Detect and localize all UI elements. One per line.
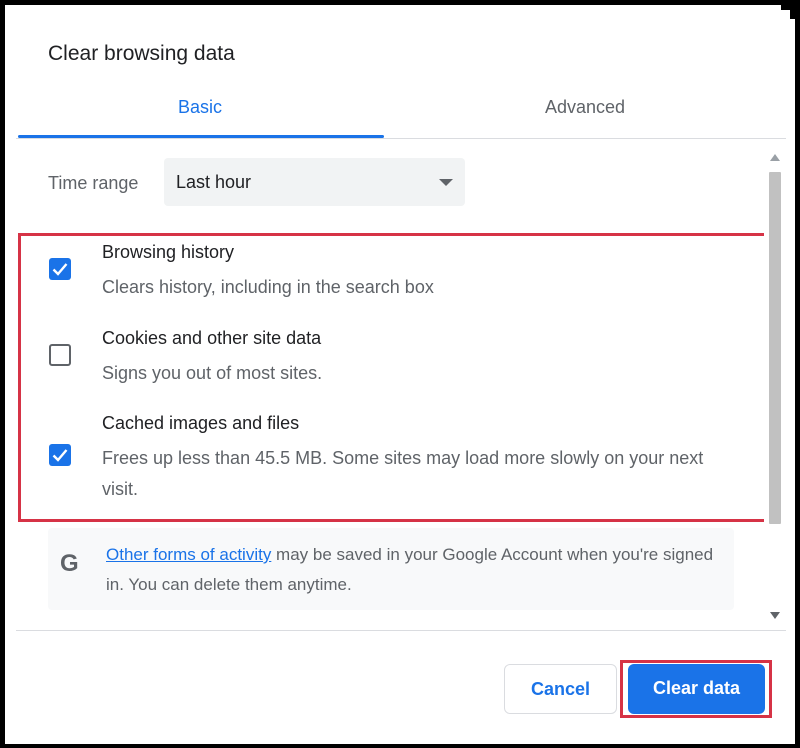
scrollbar[interactable] (764, 142, 786, 630)
google-account-info: G Other forms of activity may be saved i… (48, 528, 734, 610)
option-title: Cached images and files (102, 413, 300, 433)
frame-border-top (0, 0, 800, 5)
frame-border-left (0, 0, 5, 748)
option-title: Cookies and other site data (102, 328, 322, 348)
other-activity-link[interactable]: Other forms of activity (106, 545, 271, 564)
scrollbar-thumb[interactable] (769, 172, 781, 524)
checkmark-icon (52, 449, 68, 462)
option-description: Signs you out of most sites. (102, 363, 323, 383)
time-range-value: Last hour (176, 172, 252, 192)
footer-divider (16, 630, 786, 631)
time-range-label: Time range (48, 173, 139, 193)
dialog-title: Clear browsing data (48, 42, 235, 65)
clear-browsing-data-dialog: Clear browsing data Basic Advanced Time … (16, 10, 790, 744)
scroll-down-arrow-icon[interactable] (770, 612, 780, 619)
info-text: Other forms of activity may be saved in … (106, 540, 726, 600)
time-range-select[interactable]: Last hour (164, 158, 465, 206)
clear-data-button[interactable]: Clear data (628, 664, 765, 714)
frame-border-bottom (0, 744, 800, 748)
browsing-history-checkbox[interactable] (49, 258, 71, 280)
tabs-divider (16, 138, 786, 139)
tab-advanced[interactable]: Advanced (384, 96, 786, 142)
option-title: Browsing history (102, 242, 235, 262)
checkmark-icon (52, 263, 68, 276)
scroll-up-arrow-icon[interactable] (770, 154, 780, 161)
frame-border-right (795, 0, 800, 748)
cached-images-checkbox[interactable] (49, 444, 71, 466)
dropdown-caret-icon (439, 179, 453, 186)
cookies-checkbox[interactable] (49, 344, 71, 366)
cancel-button[interactable]: Cancel (504, 664, 617, 714)
google-g-icon: G (60, 550, 79, 577)
option-description: Frees up less than 45.5 MB. Some sites m… (102, 448, 704, 499)
option-description: Clears history, including in the search … (102, 277, 434, 297)
